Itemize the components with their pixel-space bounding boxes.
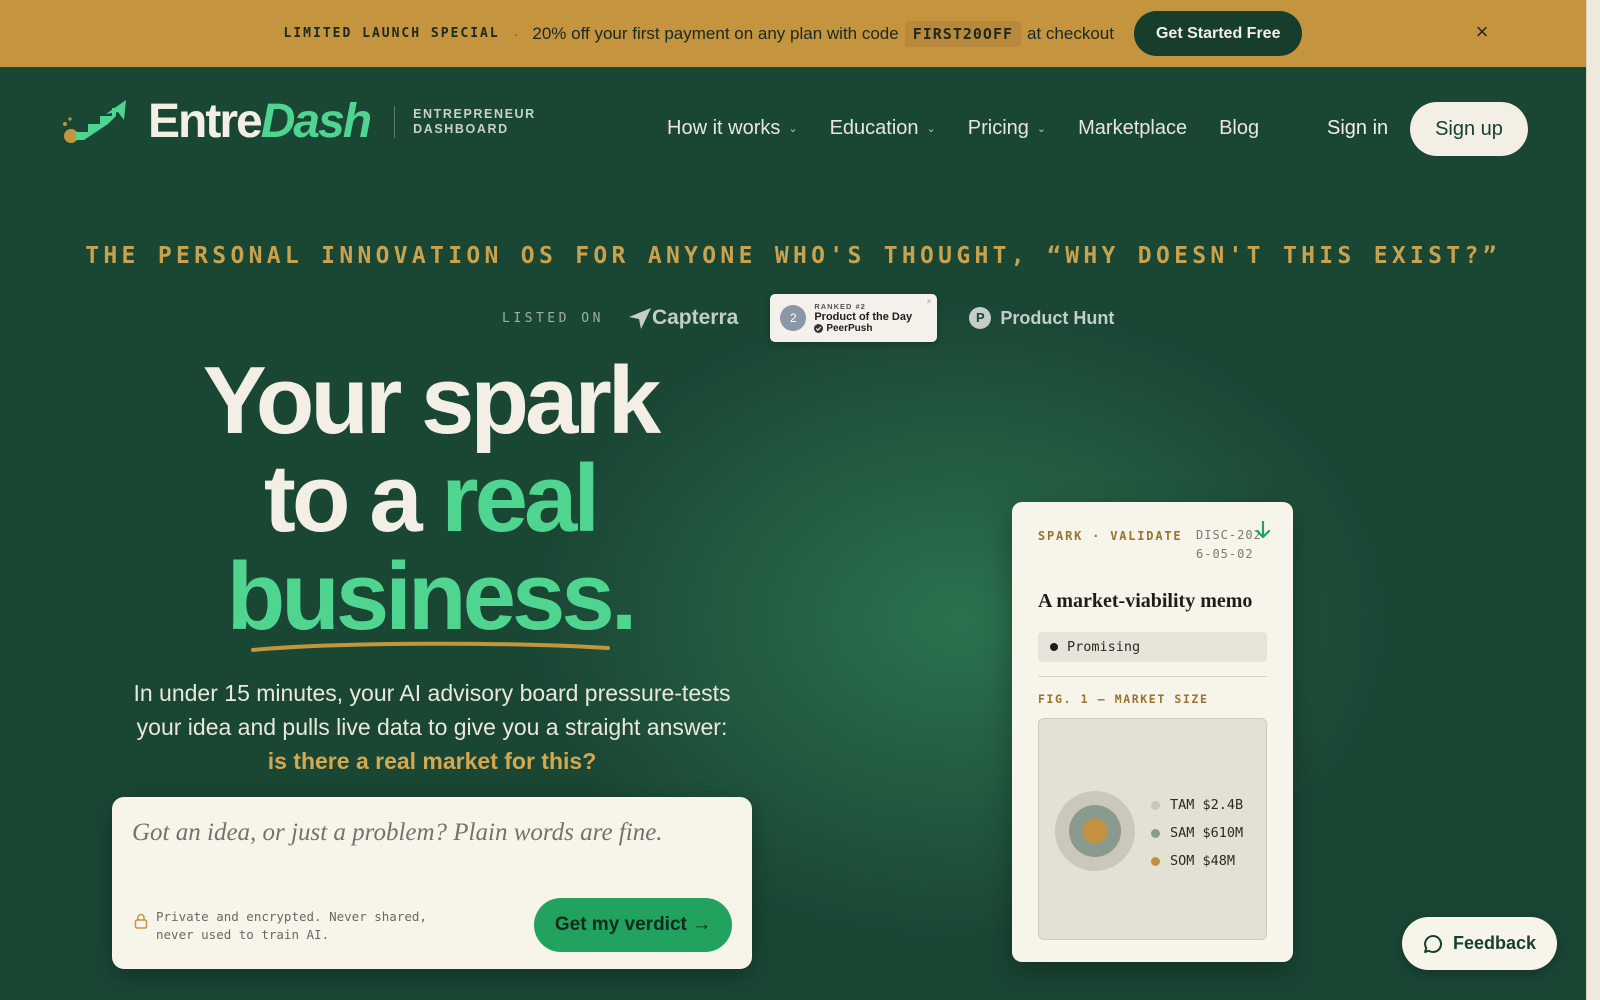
get-started-free-button[interactable]: Get Started Free: [1133, 11, 1303, 56]
chat-bubble-icon: [1423, 934, 1442, 953]
listed-on-bar: LISTED ON Capterra 2 RANKED #2 Product o…: [502, 294, 1114, 342]
privacy-note: Private and encrypted. Never shared, nev…: [156, 909, 427, 942]
capterra-badge[interactable]: Capterra: [628, 306, 738, 330]
legend-swatch: [1151, 828, 1160, 838]
page: LIMITED LAUNCH SPECIAL · 20% off your fi…: [0, 0, 1600, 1000]
nav-item-pricing[interactable]: Pricing ⌄: [968, 117, 1046, 140]
listed-on-label: LISTED ON: [502, 310, 604, 326]
check-circle-icon: [814, 324, 824, 333]
promo-code: FIRST20OFF: [904, 20, 1022, 47]
capterra-arrow-icon: [628, 308, 651, 329]
hero-underline-stroke: [251, 641, 610, 652]
market-size-legend: TAM $2.4B SAM $610M SOM $48M: [1151, 791, 1243, 875]
market-size-chart: TAM $2.4B SAM $610M SOM $48M: [1038, 718, 1267, 940]
chevron-down-icon: ⌄: [926, 123, 936, 135]
hero-line-1: Your spark: [202, 347, 661, 454]
peerpush-rank: RANKED #2: [814, 302, 866, 311]
logo-subtitle-line1: ENTREPRENEUR: [413, 107, 536, 121]
nav-item-marketplace[interactable]: Marketplace: [1078, 117, 1187, 140]
product-hunt-label: Product Hunt: [1000, 307, 1115, 328]
nav-links: How it works ⌄ Education ⌄ Pricing ⌄ Market…: [667, 117, 1291, 140]
promo-text-before: 20% off your first payment on any plan w…: [532, 23, 899, 43]
legend-item-som: SOM $48M: [1151, 847, 1243, 875]
tagline: THE PERSONAL INNOVATION OS FOR ANYONE WH…: [66, 236, 1520, 276]
hero-line-2-a: to a: [263, 445, 442, 552]
nav-item-label: Marketplace: [1078, 117, 1188, 139]
nav-item-label: Pricing: [967, 117, 1029, 139]
memo-status-badge: Promising: [1038, 632, 1267, 662]
hero-subtitle-highlight: is there a real market for this?: [267, 748, 597, 774]
hero-line-2: to a real: [110, 450, 750, 548]
idea-input[interactable]: [132, 813, 732, 853]
logo-wordmark: EntreDash: [148, 95, 372, 148]
peerpush-badge[interactable]: 2 RANKED #2 Product of the Day PeerPush …: [770, 294, 938, 342]
legend-swatch: [1151, 856, 1160, 866]
tagline-text: THE PERSONAL INNOVATION OS FOR ANYONE WH…: [85, 243, 1501, 269]
logo-divider: [394, 106, 396, 138]
memo-title: A market-viability memo: [1038, 590, 1253, 612]
logo-link[interactable]: EntreDash ENTREPRENEUR DASHBOARD: [62, 98, 536, 146]
page-scrollbar[interactable]: [1586, 0, 1600, 1000]
promo-banner: LIMITED LAUNCH SPECIAL · 20% off your fi…: [0, 0, 1586, 67]
hero-line-2-b: real: [441, 445, 600, 552]
idea-input-card: Private and encrypted. Never shared, nev…: [112, 797, 752, 969]
product-hunt-icon: P: [969, 307, 992, 329]
promo-tag: LIMITED LAUNCH SPECIAL: [283, 26, 500, 41]
hero-subtitle-text: In under 15 minutes, your AI advisory bo…: [133, 680, 731, 740]
peerpush-text: RANKED #2 Product of the Day PeerPush: [814, 302, 912, 334]
logo-word-part2: Dash: [260, 95, 372, 148]
logo-word-part1: Entre: [148, 95, 263, 148]
nav-item-blog[interactable]: Blog: [1219, 117, 1259, 140]
hero-line-3: business.: [226, 543, 638, 650]
memo-card: SPARK · VALIDATE DISC-2026-05-02 A marke…: [1012, 502, 1293, 962]
nav-item-label: Education: [829, 117, 919, 139]
logo-subtitle: ENTREPRENEUR DASHBOARD: [413, 107, 536, 137]
promo-separator: ·: [513, 25, 519, 42]
logo-subtitle-line2: DASHBOARD: [413, 122, 509, 136]
memo-divider: [1038, 676, 1267, 677]
feedback-label: Feedback: [1452, 933, 1537, 953]
lock-icon: [134, 913, 148, 929]
status-dot-icon: [1050, 643, 1058, 651]
close-icon[interactable]: ×: [1470, 20, 1494, 44]
ring-som: [1082, 818, 1108, 844]
legend-swatch: [1151, 800, 1160, 810]
memo-figure-label: FIG. 1 — MARKET SIZE: [1038, 692, 1209, 706]
legend-item-sam: SAM $610M: [1151, 819, 1243, 847]
get-my-verdict-button[interactable]: Get my verdict →: [534, 898, 732, 952]
legend-label: TAM $2.4B: [1170, 797, 1244, 813]
sign-in-link[interactable]: Sign in: [1327, 117, 1388, 140]
sign-up-button[interactable]: Sign up: [1410, 102, 1528, 156]
main-nav: EntreDash ENTREPRENEUR DASHBOARD How it …: [0, 90, 1586, 170]
nav-item-label: Blog: [1219, 117, 1260, 139]
hero-subtitle: In under 15 minutes, your AI advisory bo…: [132, 676, 732, 778]
close-icon: ×: [926, 297, 932, 306]
arrow-down-icon[interactable]: [1254, 520, 1272, 540]
memo-kicker: SPARK · VALIDATE: [1038, 529, 1183, 543]
peerpush-brand: PeerPush: [826, 323, 873, 334]
memo-status-label: Promising: [1067, 639, 1141, 655]
product-hunt-badge[interactable]: P Product Hunt: [969, 307, 1114, 329]
legend-label: SAM $610M: [1170, 825, 1244, 841]
promo-text-after: at checkout: [1027, 23, 1114, 43]
nav-item-label: How it works: [667, 117, 781, 139]
peerpush-title: Product of the Day: [814, 311, 913, 323]
peerpush-brand-row: PeerPush: [814, 323, 912, 334]
medal-icon: 2: [780, 305, 807, 331]
nav-item-how-it-works[interactable]: How it works ⌄: [667, 117, 798, 140]
hero-headline: Your spark to a real business.: [110, 352, 750, 646]
legend-item-tam: TAM $2.4B: [1151, 791, 1243, 819]
chevron-down-icon: ⌄: [788, 123, 798, 135]
logo-stairs-icon: [63, 100, 126, 143]
nav-item-education[interactable]: Education ⌄: [830, 117, 936, 140]
feedback-button[interactable]: Feedback: [1402, 917, 1557, 970]
capterra-label: Capterra: [651, 306, 739, 329]
market-size-rings: [1055, 791, 1135, 871]
chevron-down-icon: ⌄: [1036, 123, 1047, 135]
legend-label: SOM $48M: [1170, 853, 1236, 869]
